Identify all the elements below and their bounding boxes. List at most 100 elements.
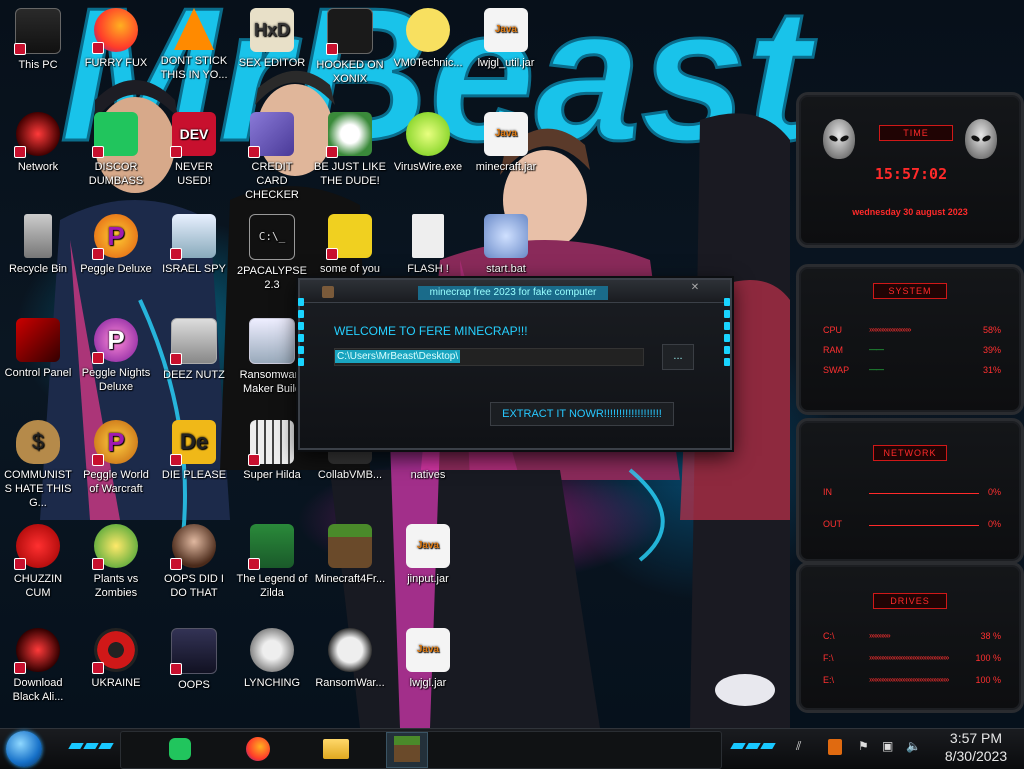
path-field[interactable]: C:\Users\MrBeast\Desktop\ [334, 348, 644, 366]
desktop-icon-discor[interactable]: DISCOR DUMBASS [78, 112, 154, 188]
plant-icon [92, 524, 138, 570]
taskbar: ⫽ ⚑ ▣ 🔈 3:57 PM 8/30/2023 [0, 728, 1024, 769]
alien-head-icon [965, 119, 997, 159]
desktop-icon-chuzzin[interactable]: CHUZZIN CUM [0, 524, 76, 600]
drive-f-bar: »»»»»»»»»»»»»»»»»»»»»»» [869, 653, 949, 662]
alien-head-icon [823, 119, 855, 159]
money-bag-icon: $ [16, 420, 60, 464]
desktop-icon-credit-card[interactable]: CREDIT CARD CHECKER [234, 112, 310, 202]
desktop-icon-xonix[interactable]: HOOKED ON XONIX [312, 8, 388, 86]
desktop-icon-some-of-you[interactable]: some of you [312, 214, 388, 276]
start-button[interactable] [6, 731, 42, 767]
desktop-icon-die-please[interactable]: De DIE PLEASE [156, 420, 232, 482]
desktop-icon-peggle-wow[interactable]: P Peggle World of Warcraft [78, 420, 154, 496]
flag-icon[interactable]: ⚑ [858, 739, 869, 753]
desktop-icon-never-used[interactable]: DEV NEVER USED! [156, 112, 232, 188]
desktop-icon-pvz[interactable]: Plants vs Zombies [78, 524, 154, 600]
de-icon: De [170, 420, 216, 466]
clock-time: 3:57 PM [949, 730, 1003, 746]
recycle-bin-icon [24, 214, 52, 258]
desktop-icon-flash[interactable]: FLASH ! [390, 214, 466, 276]
desktop-icon-israel-spy[interactable]: ISRAEL SPY [156, 214, 232, 276]
pixel-sprite-icon [248, 420, 294, 466]
desktop-icon-control-panel[interactable]: Control Panel [0, 318, 76, 380]
net-out-label: OUT [823, 519, 842, 529]
desktop-icon-vm0technic[interactable]: VM0Technic... [390, 8, 466, 70]
pixel-hero-icon [248, 524, 294, 570]
java-jar-icon: Java [406, 628, 450, 672]
desktop-icon-network[interactable]: Network [0, 112, 76, 174]
desktop-icon-this-pc[interactable]: This PC [0, 8, 76, 72]
file-explorer-icon [323, 739, 349, 759]
desktop-icon-communists[interactable]: $ COMMUNISTS HATE THIS G... [0, 420, 76, 510]
tray-overflow-icon[interactable]: ⫽ [796, 739, 801, 754]
chat-app-icon [169, 738, 191, 760]
cpu-label: CPU [823, 325, 843, 335]
net-in-value: 0% [987, 487, 1001, 497]
desktop-icon-be-just-like[interactable]: BE JUST LIKE THE DUDE! [312, 112, 388, 188]
computer-icon [14, 8, 61, 55]
desktop-icon-dont-stick[interactable]: DONT STICK THIS IN YO... [156, 8, 232, 82]
desktop-icon-furry-fux[interactable]: FURRY FUX [78, 8, 154, 70]
desktop-icon-ransomwar[interactable]: RansomWar... [312, 628, 388, 690]
desktop-icon-jinput[interactable]: Java jinput.jar [390, 524, 466, 586]
desktop-icon-minecraft-jar[interactable]: Java minecraft.jar [468, 112, 544, 174]
network-globe-icon [250, 628, 294, 672]
desktop-icon-deez-nutz[interactable]: DEEZ NUTZ [156, 318, 232, 382]
browse-button[interactable]: ... [662, 344, 694, 370]
firefox-icon [92, 8, 138, 54]
terminal-icon: C:\_ [249, 214, 295, 260]
drive-f-value: 100 % [975, 653, 1001, 663]
gadget-date: wednesday 30 august 2023 [852, 207, 968, 217]
vlc-cone-icon [174, 8, 214, 50]
desktop-icon-oops[interactable]: OOPS [156, 628, 232, 692]
window-app-icon [249, 318, 295, 364]
cpu-value: 58% [982, 325, 1001, 335]
java-jar-icon: Java [484, 8, 528, 52]
drive-c-bar: »»»»»» [869, 631, 891, 640]
java-tray-icon[interactable] [828, 739, 842, 755]
desktop-icon-minecraft4fr[interactable]: Minecraft4Fr... [312, 524, 388, 586]
desktop-icon-lynching[interactable]: LYNCHING [234, 628, 310, 690]
drive-e-value: 100 % [975, 675, 1001, 685]
system-header: SYSTEM [873, 283, 947, 299]
radiation-icon [92, 628, 138, 674]
desktop-icon-recycle-bin[interactable]: Recycle Bin [0, 214, 76, 276]
taskbar-minecraft[interactable] [386, 732, 428, 768]
desktop-icon-oops-did-i[interactable]: OOPS DID I DO THAT [156, 524, 232, 600]
taskbar-chat-app[interactable] [160, 732, 200, 766]
desktop-icon-viruswire[interactable]: VirusWire.exe [390, 112, 466, 174]
desktop-icon-ukraine[interactable]: UKRAINE [78, 628, 154, 690]
extractor-dialog: minecrap free 2023 for fake computer ✕ W… [298, 278, 732, 450]
network-tray-icon[interactable]: ▣ [882, 739, 893, 753]
taskbar-clock[interactable]: 3:57 PM 8/30/2023 [936, 729, 1016, 765]
network-icon [14, 112, 60, 158]
dialog-titlebar[interactable]: minecrap free 2023 for fake computer ✕ [300, 280, 730, 303]
peggle-icon: P [92, 214, 138, 260]
desktop-icon-download-black-ali[interactable]: Download Black Ali... [0, 628, 76, 704]
firefox-icon [246, 737, 270, 761]
cpu-bar: »»»»»»»»»»»» [869, 325, 911, 334]
desktop-icon-zilda[interactable]: The Legend of Zilda [234, 524, 310, 600]
skull-icon [328, 628, 372, 672]
desktop-icon-peggle-nights[interactable]: P Peggle Nights Deluxe [78, 318, 154, 394]
taskbar-firefox[interactable] [238, 732, 278, 766]
net-in-label: IN [823, 487, 832, 497]
desktop-icon-start-bat[interactable]: start.bat [468, 214, 544, 276]
time-header: TIME [879, 125, 953, 141]
taskbar-file-explorer[interactable] [316, 732, 356, 766]
desktop-icon-peggle-deluxe[interactable]: P Peggle Deluxe [78, 214, 154, 276]
extract-button[interactable]: EXTRACT IT NOWR!!!!!!!!!!!!!!!!!!! [490, 402, 674, 426]
desktop-icon-lwjgl[interactable]: Java lwjgl.jar [390, 628, 466, 690]
taskbar-decoration-left [68, 743, 114, 751]
welcome-text: WELCOME TO FERE MINECRAP!!! [334, 324, 528, 338]
peggle-icon: P [92, 420, 138, 466]
network-monitor-icon [170, 214, 216, 260]
taskbar-decoration-right [730, 743, 776, 751]
desktop-icon-sex-editor[interactable]: HxD SEX EDITOR [234, 8, 310, 70]
close-icon[interactable]: ✕ [682, 282, 708, 296]
gadget-drives: DRIVES C:\ »»»»»» 38 % F:\ »»»»»»»»»»»»»… [796, 562, 1024, 713]
volume-icon[interactable]: 🔈 [906, 739, 921, 753]
dialog-title: minecrap free 2023 for fake computer [418, 286, 608, 300]
desktop-icon-lwjgl-util[interactable]: Java lwjgl_util.jar [468, 8, 544, 70]
